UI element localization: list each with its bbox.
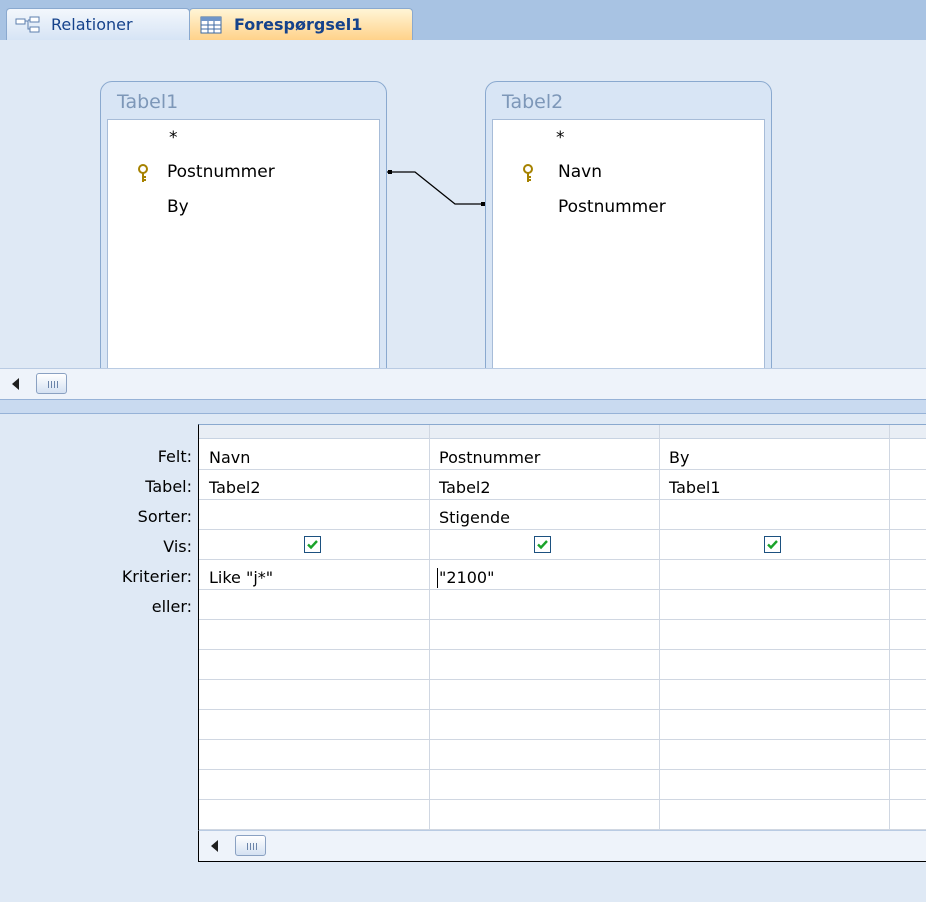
checkmark-icon — [767, 540, 778, 550]
tab-label: Relationer — [51, 15, 133, 34]
row-label-sorter: Sorter: — [137, 507, 192, 526]
cell-felt-3[interactable]: By — [669, 443, 689, 473]
cell-kriterier-2-input[interactable]: "2100" — [439, 563, 494, 593]
cell-kriterier-1[interactable]: Like "j*" — [209, 563, 273, 593]
table-title: Tabel1 — [117, 91, 179, 113]
scroll-left-arrow-icon[interactable] — [12, 378, 19, 390]
row-label-vis: Vis: — [163, 537, 192, 556]
tab-forespoergsel1[interactable]: Forespørgsel1 — [189, 8, 413, 40]
field-postnummer[interactable]: Postnummer — [167, 162, 275, 182]
primary-key-icon — [138, 164, 148, 182]
query-design-grid-pane: Felt: Tabel: Sorter: Vis: Kriterier: ell… — [0, 414, 926, 902]
cell-vis-1-checkbox[interactable] — [304, 536, 321, 553]
field-list-tabel1[interactable]: Tabel1 * Postnummer By — [100, 81, 387, 369]
field-all[interactable]: * — [169, 128, 178, 148]
cell-tabel-2[interactable]: Tabel2 — [439, 473, 491, 503]
query-icon — [200, 16, 222, 33]
row-label-kriterier: Kriterier: — [121, 567, 192, 586]
table-title: Tabel2 — [502, 91, 564, 113]
checkmark-icon — [307, 540, 318, 550]
field-list — [107, 119, 380, 368]
cell-sorter-2[interactable]: Stigende — [439, 503, 510, 533]
field-postnummer[interactable]: Postnummer — [558, 197, 666, 217]
row-label-felt: Felt: — [157, 447, 192, 466]
row-label-tabel: Tabel: — [145, 477, 192, 496]
scroll-thumb[interactable] — [36, 373, 67, 394]
cell-felt-2[interactable]: Postnummer — [439, 443, 540, 473]
relationships-icon — [15, 16, 40, 32]
design-grid: Navn Tabel2 Like "j*" Postnummer Tabel2 … — [198, 424, 926, 845]
query-design-upper-pane: Tabel1 * Postnummer By Tabel2 * Navn Pos… — [0, 40, 926, 369]
document-tab-bar: Relationer Forespørgsel1 — [0, 0, 926, 41]
cell-vis-3-checkbox[interactable] — [764, 536, 781, 553]
scroll-thumb[interactable] — [235, 835, 266, 856]
tab-label: Forespørgsel1 — [234, 15, 363, 34]
cell-tabel-1[interactable]: Tabel2 — [209, 473, 261, 503]
pane-splitter[interactable] — [0, 399, 926, 414]
field-list — [492, 119, 765, 368]
cell-tabel-3[interactable]: Tabel1 — [669, 473, 721, 503]
field-list-tabel2[interactable]: Tabel2 * Navn Postnummer — [485, 81, 772, 369]
primary-key-icon — [523, 164, 533, 182]
field-all[interactable]: * — [556, 128, 565, 148]
column-selector-bar[interactable] — [199, 425, 926, 439]
row-label-eller: eller: — [151, 597, 192, 616]
grid-horizontal-scrollbar[interactable] — [198, 830, 926, 862]
scroll-left-arrow-icon[interactable] — [211, 840, 218, 852]
tab-relationer[interactable]: Relationer — [6, 8, 190, 40]
field-navn[interactable]: Navn — [558, 162, 602, 182]
field-by[interactable]: By — [167, 197, 189, 217]
cell-vis-2-checkbox[interactable] — [534, 536, 551, 553]
upper-pane-horizontal-scrollbar[interactable] — [0, 368, 926, 400]
text-caret — [437, 568, 438, 588]
cell-felt-1[interactable]: Navn — [209, 443, 250, 473]
checkmark-icon — [537, 540, 548, 550]
